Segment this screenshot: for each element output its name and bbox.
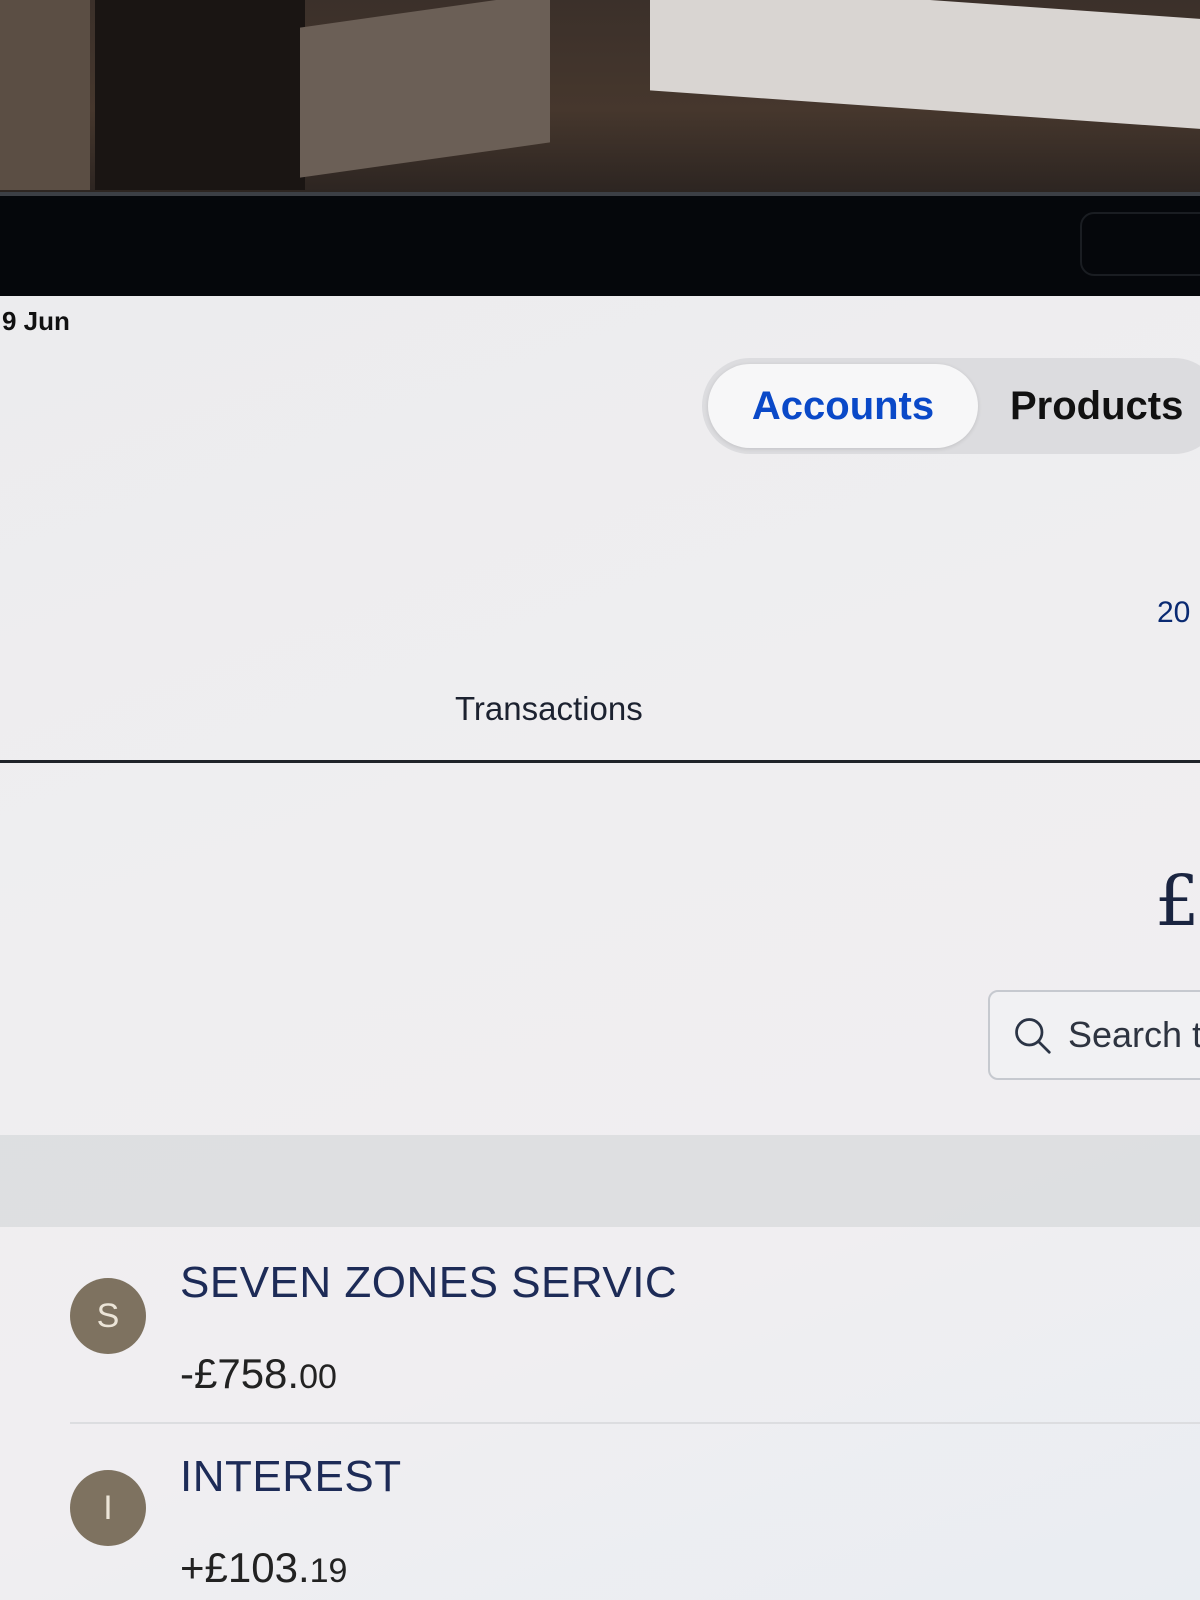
account-date: 20 [1157,596,1191,629]
camera-notch [1080,212,1200,276]
transactions-heading: Transactions [455,690,643,727]
scene-object [650,0,1200,130]
merchant-name: INTEREST [180,1452,402,1501]
search-icon [1015,1018,1051,1054]
merchant-avatar: S [70,1278,146,1354]
search-input[interactable] [1066,1013,1200,1057]
merchant-avatar: I [70,1470,146,1546]
tab-products[interactable]: Products [1010,364,1183,448]
scene-object [300,0,550,178]
amount-main: +£103. [180,1544,310,1591]
search-field[interactable] [988,990,1200,1080]
pound-sign-icon[interactable]: £ [1155,860,1200,942]
amount-pence: 19 [309,1552,348,1590]
filter-band [0,1135,1200,1227]
status-bar-time: 9 Jun [2,306,70,336]
amount-main: -£758. [180,1350,300,1397]
transaction-amount: +£103.19 [180,1544,347,1592]
app-screen [0,296,1200,1600]
row-divider [70,1422,1200,1424]
tab-accounts[interactable]: Accounts [708,364,978,448]
scene-object [0,0,90,190]
merchant-name: SEVEN ZONES SERVIC [180,1258,678,1307]
scene-object [95,0,305,190]
section-divider [0,760,1200,763]
bezel-edge [0,192,1200,196]
background-scene [0,0,1200,200]
transaction-amount: -£758.00 [180,1350,337,1398]
amount-pence: 00 [299,1358,337,1396]
